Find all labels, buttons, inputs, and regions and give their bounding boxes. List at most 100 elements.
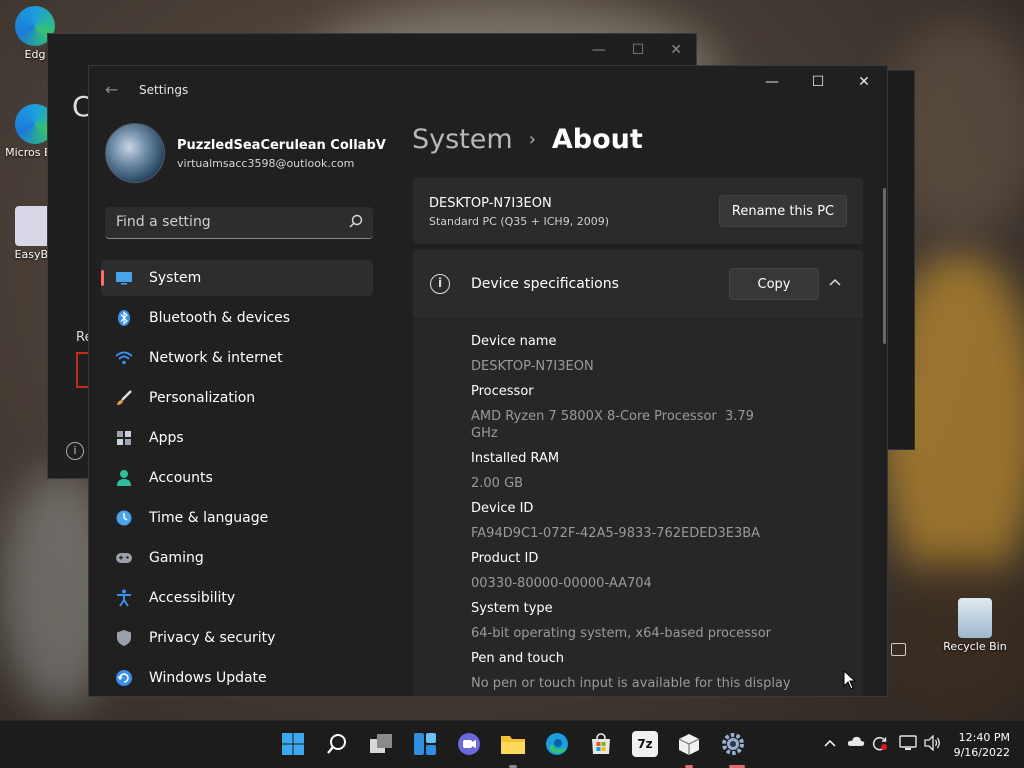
sidebar-item-network[interactable]: Network & internet — [101, 340, 373, 376]
window-title: Settings — [139, 83, 189, 97]
breadcrumb: System › About — [412, 124, 643, 155]
back-arrow-icon[interactable]: ← — [105, 80, 118, 99]
maximize-icon[interactable]: ☐ — [632, 42, 645, 58]
pc-name-card: DESKTOP-N7I3EON Standard PC (Q35 + ICH9,… — [413, 178, 863, 244]
start-icon[interactable] — [280, 731, 306, 757]
device-specifications-title: Device specifications — [471, 276, 619, 292]
sidebar-item-time-language[interactable]: Time & language — [101, 500, 373, 536]
info-icon: i — [430, 274, 450, 294]
profile-name: PuzzledSeaCerulean CollabVM... — [177, 138, 387, 153]
chat-icon[interactable] — [456, 731, 482, 757]
display-icon — [891, 643, 906, 656]
sidebar-item-system[interactable]: System — [101, 260, 373, 296]
settings-window: ← Settings — ☐ ✕ PuzzledSeaCerulean Coll… — [88, 65, 888, 697]
file-explorer-icon[interactable] — [500, 731, 526, 757]
window-controls: — ☐ ✕ — [749, 66, 887, 98]
sidebar-item-label: Bluetooth & devices — [149, 310, 291, 326]
sidebar-item-label: Gaming — [149, 550, 204, 566]
taskbar: 7z 12:40 PM 9/16/2022 — [0, 720, 1024, 768]
sidebar-item-accessibility[interactable]: Accessibility — [101, 580, 373, 616]
package-icon[interactable] — [676, 731, 702, 757]
search-box[interactable] — [105, 207, 373, 239]
sidebar-item-gaming[interactable]: Gaming — [101, 540, 373, 576]
sidebar-item-bluetooth[interactable]: Bluetooth & devices — [101, 300, 373, 336]
sidebar-item-label: System — [149, 270, 202, 286]
scrollbar[interactable] — [883, 188, 886, 344]
gamepad-icon — [115, 549, 133, 567]
spec-label-device-id: Device ID — [471, 501, 534, 516]
brush-icon — [115, 389, 133, 407]
sidebar-item-label: Privacy & security — [149, 630, 276, 646]
sidebar-item-privacy-security[interactable]: Privacy & security — [101, 620, 373, 656]
close-button[interactable]: ✕ — [841, 66, 887, 98]
spec-value-ram: 2.00 GB — [471, 476, 524, 491]
device-specifications-header[interactable]: i Device specifications Copy — [413, 250, 863, 318]
search-icon[interactable] — [324, 731, 350, 757]
spec-value-processor: AMD Ryzen 7 5800X 8-Core Processor GHz 3… — [471, 404, 851, 442]
processor-name: AMD Ryzen 7 5800X 8-Core Processor GHz — [471, 409, 717, 441]
minimize-icon[interactable]: — — [592, 42, 606, 58]
accessibility-icon — [115, 589, 133, 607]
device-specifications-body: Device name DESKTOP-N7I3EON Processor AM… — [413, 319, 863, 696]
shield-icon — [115, 629, 133, 647]
network-icon[interactable] — [899, 735, 917, 755]
sync-icon[interactable] — [872, 735, 888, 755]
desktop-icon-recycle-bin[interactable]: Recycle Bin — [940, 598, 1010, 653]
clock-time: 12:40 PM — [958, 731, 1010, 744]
sidebar-item-windows-update[interactable]: Windows Update — [101, 660, 373, 696]
accounts-icon — [115, 469, 133, 487]
close-icon[interactable]: ✕ — [670, 42, 682, 58]
minimize-button[interactable]: — — [749, 66, 795, 98]
sidebar-item-label: Apps — [149, 430, 184, 446]
sidebar-item-personalization[interactable]: Personalization — [101, 380, 373, 416]
info-icon: i — [66, 442, 84, 460]
mouse-cursor-icon — [843, 670, 857, 690]
clock[interactable]: 12:40 PM 9/16/2022 — [954, 730, 1010, 760]
title-bar[interactable]: ← Settings — ☐ ✕ — [89, 66, 887, 114]
sidebar-item-label: Time & language — [149, 510, 269, 526]
widgets-icon[interactable] — [412, 731, 438, 757]
update-icon — [115, 669, 133, 687]
breadcrumb-system[interactable]: System — [412, 124, 513, 155]
copy-button[interactable]: Copy — [729, 268, 819, 300]
search-icon[interactable] — [349, 214, 363, 228]
spec-label-system-type: System type — [471, 601, 553, 616]
chevron-up-icon[interactable] — [829, 274, 841, 290]
sidebar-item-label: Personalization — [149, 390, 256, 406]
volume-icon[interactable] — [924, 734, 942, 755]
spec-label-pen-touch: Pen and touch — [471, 651, 565, 666]
spec-label-device-name: Device name — [471, 334, 557, 349]
spec-value-system-type: 64-bit operating system, x64-based proce… — [471, 626, 771, 641]
profile-email: virtualmsacc3598@outlook.com — [177, 157, 355, 170]
avatar[interactable] — [105, 123, 165, 183]
sidebar-item-accounts[interactable]: Accounts — [101, 460, 373, 496]
sidebar-item-label: Windows Update — [149, 670, 267, 686]
bluetooth-icon — [115, 309, 133, 327]
sidebar-item-label: Network & internet — [149, 350, 283, 366]
spec-value-pen-touch: No pen or touch input is available for t… — [471, 676, 791, 691]
rename-pc-button[interactable]: Rename this PC — [719, 195, 847, 227]
maximize-button[interactable]: ☐ — [795, 66, 841, 98]
task-view-icon[interactable] — [368, 731, 394, 757]
sidebar-item-label: Accounts — [149, 470, 213, 486]
clock-globe-icon — [115, 509, 133, 527]
spec-label-product-id: Product ID — [471, 551, 539, 566]
spec-label-ram: Installed RAM — [471, 451, 560, 466]
sidebar-item-apps[interactable]: Apps — [101, 420, 373, 456]
sidebar-nav: System Bluetooth & devices Network & int… — [101, 260, 373, 696]
spec-list: Device name DESKTOP-N7I3EON Processor AM… — [471, 329, 851, 696]
7zip-icon[interactable]: 7z — [632, 731, 658, 757]
background-window-controls: — ☐ ✕ — [592, 42, 682, 58]
chevron-up-icon[interactable] — [824, 735, 836, 751]
search-input[interactable] — [116, 214, 336, 230]
wifi-icon — [115, 349, 133, 367]
onedrive-icon[interactable] — [847, 735, 865, 751]
processor-speed: 3.79 — [725, 409, 754, 424]
store-icon[interactable] — [588, 731, 614, 757]
spec-value-device-name: DESKTOP-N7I3EON — [471, 359, 594, 374]
settings-icon[interactable] — [720, 731, 746, 757]
page-title: About — [551, 124, 643, 155]
spec-value-product-id: 00330-80000-00000-AA704 — [471, 576, 652, 591]
pc-name: DESKTOP-N7I3EON — [429, 196, 552, 211]
edge-icon[interactable] — [544, 731, 570, 757]
